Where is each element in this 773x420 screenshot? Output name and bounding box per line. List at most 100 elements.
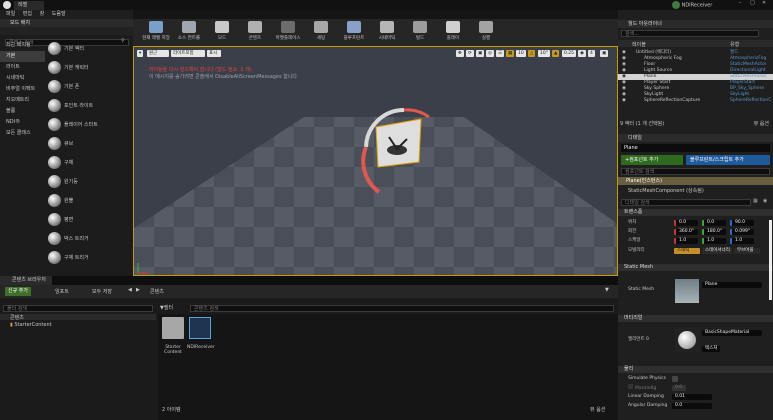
asset-search-input[interactable]: 콘텐츠 검색	[190, 305, 614, 312]
path-breadcrumb[interactable]: 콘텐츠	[150, 288, 164, 295]
mass-checkbox[interactable]	[628, 384, 633, 389]
outliner-row[interactable]: ◉ SphereReflectionCapture SphereReflection…	[618, 98, 773, 104]
place-item[interactable]: 원뿔	[46, 191, 133, 210]
toolbar-button[interactable]: 실행	[469, 21, 503, 45]
toolbar-button[interactable]: 콘텐츠	[238, 21, 272, 45]
angular-damping-value[interactable]: 0.0	[672, 403, 712, 409]
mobility-static[interactable]: 스태틱	[674, 248, 700, 254]
physics-header[interactable]: 물리	[618, 366, 773, 373]
material-thumbnail[interactable]	[675, 328, 699, 352]
save-all-button[interactable]: 모두 저장	[92, 288, 112, 295]
category-item[interactable]: NDI®	[0, 117, 45, 128]
scale-snap-icon[interactable]: ▲	[552, 50, 560, 57]
actor-name-field[interactable]: Plane	[621, 144, 770, 152]
maximize-viewport-icon[interactable]: ▣	[600, 50, 609, 57]
place-item[interactable]: 기본 캐릭터	[46, 58, 133, 77]
scale-snap-value[interactable]: 0.25	[562, 50, 577, 57]
category-item[interactable]: 볼륨	[0, 106, 45, 117]
scale-z[interactable]: 1.0	[730, 238, 754, 244]
outliner-search-input[interactable]: 검색...	[621, 30, 759, 37]
rotation-z[interactable]: 0.099°	[730, 229, 754, 235]
place-item[interactable]: 기본 액터	[46, 39, 133, 58]
filter-button[interactable]: ▼필터	[160, 305, 173, 312]
toolbar-button[interactable]: 소스 컨트롤	[172, 21, 206, 45]
category-item[interactable]: 최근 배치됨	[0, 40, 45, 51]
texture-button[interactable]: 텍스처	[702, 346, 720, 352]
outliner-col-type[interactable]: 유형	[730, 41, 739, 48]
visibility-eye-icon[interactable]: ◉	[622, 98, 626, 104]
place-item[interactable]: 포인트 라이트	[46, 96, 133, 115]
outliner-col-label[interactable]: 레이블	[632, 41, 646, 48]
translate-tool-icon[interactable]: ✥	[456, 50, 464, 57]
minimize-icon[interactable]: –	[739, 0, 742, 6]
forward-icon[interactable]: ▶	[136, 287, 140, 293]
toolbar-button[interactable]: 블루프린트	[337, 21, 371, 45]
add-component-button[interactable]: +컴포넌트 추가	[621, 155, 683, 165]
material-picker[interactable]: BasicShapeMaterial	[702, 330, 762, 336]
place-item[interactable]: 평면	[46, 210, 133, 229]
tree-starter-content[interactable]: ▮ StarterContent	[10, 322, 52, 328]
mobility-movable[interactable]: 무브어블	[734, 248, 760, 254]
asset-starter-content[interactable]: Starter Content	[160, 317, 186, 355]
place-item[interactable]: 원기둥	[46, 172, 133, 191]
toolbar-button[interactable]: 모드	[205, 21, 239, 45]
mobility-stationary[interactable]: 스테이셔너리	[702, 248, 732, 254]
location-y[interactable]: 0.0	[702, 220, 726, 226]
rotation-snap-value[interactable]: 10°	[538, 50, 550, 57]
level-tab[interactable]: 레벨	[14, 1, 44, 10]
toolbar-button[interactable]: 시네마틱	[370, 21, 404, 45]
mesh-thumbnail[interactable]	[675, 279, 699, 303]
viewport-scene[interactable]	[134, 47, 618, 276]
eye-icon[interactable]: ◉	[763, 198, 767, 204]
menu-window[interactable]: 창	[40, 11, 45, 17]
static-mesh-header[interactable]: Static Mesh	[618, 264, 773, 271]
mass-value[interactable]: 0.0	[672, 385, 686, 391]
menu-help[interactable]: 도움말	[52, 11, 66, 17]
camera-speed-value[interactable]: 4	[588, 50, 595, 57]
show-button[interactable]: 표시	[207, 50, 221, 57]
place-modes-tab[interactable]: 모드 배치	[0, 19, 133, 27]
place-item[interactable]: 박스 트리거	[46, 229, 133, 248]
scale-x[interactable]: 1.0	[674, 238, 698, 244]
category-item[interactable]: 시네마틱	[0, 73, 45, 84]
materials-header[interactable]: 머티리얼	[618, 315, 773, 322]
back-icon[interactable]: ◀	[128, 287, 132, 293]
scale-y[interactable]: 1.0	[702, 238, 726, 244]
category-item[interactable]: 지오메트리	[0, 95, 45, 106]
toolbar-button[interactable]: 세팅	[304, 21, 338, 45]
viewport-options-button[interactable]: ▾	[137, 50, 144, 57]
tree-root[interactable]: 콘텐츠	[0, 315, 24, 321]
rotate-tool-icon[interactable]: ⟳	[466, 50, 474, 57]
scale-tool-icon[interactable]: ▣	[476, 50, 485, 57]
place-item[interactable]: 구체 트리거	[46, 248, 133, 267]
menu-edit[interactable]: 편집	[23, 11, 32, 17]
maximize-icon[interactable]: □	[750, 0, 755, 6]
path-dropdown-icon[interactable]: ▼	[605, 287, 609, 293]
surface-snap-icon[interactable]: ☰	[496, 50, 505, 57]
detail-search-input[interactable]: 디테일 검색	[621, 199, 751, 206]
details-scrollbar[interactable]	[769, 220, 772, 300]
close-icon[interactable]: ✕	[762, 0, 766, 6]
toolbar-button[interactable]: 마켓플레이스	[271, 21, 305, 45]
add-new-button[interactable]: 신규 추가	[5, 287, 31, 296]
toolbar-button[interactable]: 빌드	[403, 21, 437, 45]
component-search-input[interactable]: 컴포넌트 검색	[621, 168, 770, 175]
place-item[interactable]: 플레이어 스타트	[46, 115, 133, 134]
linear-damping-value[interactable]: 0.01	[672, 394, 712, 400]
world-outliner-tab[interactable]: 월드 아웃라이너	[618, 20, 773, 28]
property-matrix-icon[interactable]: ▦	[753, 198, 758, 204]
component-row[interactable]: StaticMeshComponent (상속됨)	[628, 187, 704, 195]
place-item[interactable]: 기본 폰	[46, 77, 133, 96]
world-local-icon[interactable]: ◎	[486, 50, 494, 57]
toolbar-button[interactable]: 현재 레벨 저장	[139, 21, 173, 45]
camera-speed-icon[interactable]: ◉	[578, 50, 586, 57]
location-z[interactable]: 90.0	[730, 220, 754, 226]
import-button[interactable]: 임포트	[55, 288, 69, 295]
rotation-snap-icon[interactable]: △	[528, 50, 536, 57]
asset-ndi-receiver[interactable]: NDIReceiver	[187, 317, 215, 350]
folder-search-input[interactable]: 폴더 검색	[3, 305, 153, 312]
rotation-y[interactable]: 180.0°	[702, 229, 726, 235]
content-browser-tab[interactable]: 콘텐츠 브라우저	[0, 276, 52, 285]
location-x[interactable]: 0.0	[674, 220, 698, 226]
simulate-physics-checkbox[interactable]	[672, 376, 678, 382]
